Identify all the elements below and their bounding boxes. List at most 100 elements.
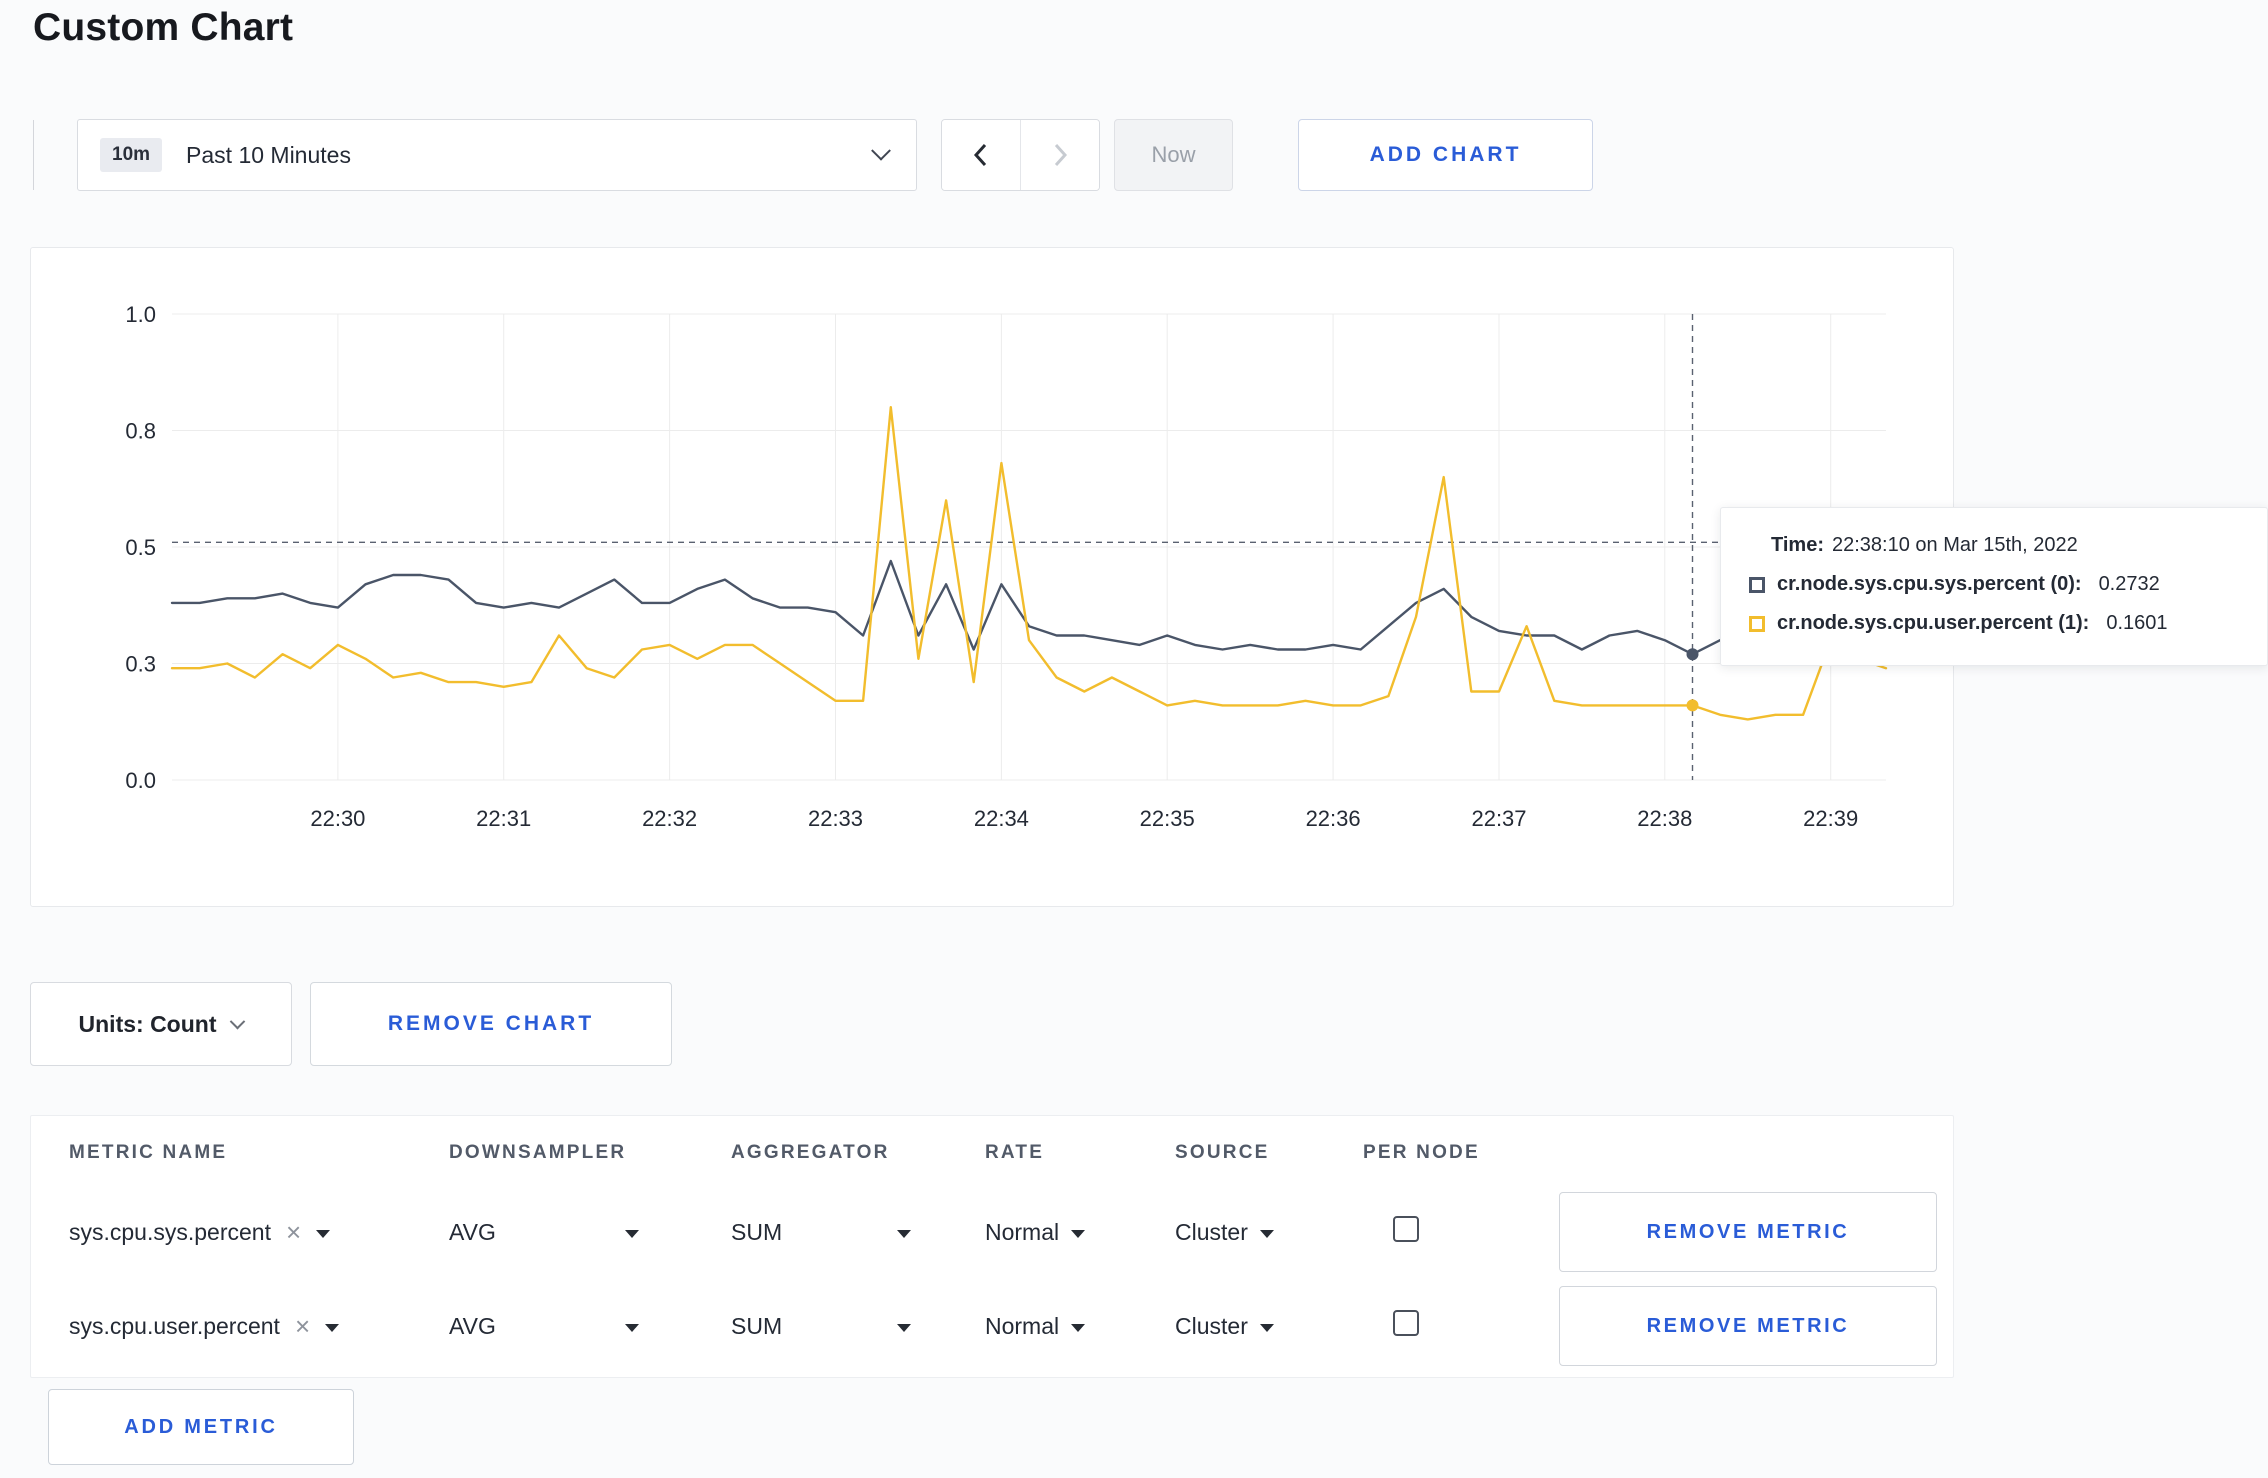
col-header-downsampler: DOWNSAMPLER [449,1142,627,1163]
chart-tooltip: Time: 22:38:10 on Mar 15th, 2022 cr.node.… [1720,507,2268,666]
add-metric-button[interactable]: ADD METRIC [48,1389,354,1465]
clear-icon[interactable]: × [286,1219,301,1245]
caret-down-icon [316,1229,331,1238]
col-header-metric-name: METRIC NAME [69,1142,228,1163]
svg-text:22:33: 22:33 [808,806,863,831]
svg-text:22:32: 22:32 [642,806,697,831]
table-cell: Cluster [1175,1313,1363,1340]
chevron-down-icon [230,1013,246,1029]
cpu-usage-chart[interactable]: 0.0 0.3 0.5 0.8 1.0 22:30 22:31 22:32 22:33 22:34… [31,248,1955,896]
page-title: Custom Chart [33,6,294,49]
caret-down-icon [1071,1323,1086,1332]
metric-name-value: sys.cpu.user.percent [69,1312,280,1339]
caret-down-icon [625,1229,639,1238]
caret-down-icon [897,1323,911,1332]
col-header-source: SOURCE [1175,1142,1270,1163]
per-node-checkbox[interactable] [1393,1310,1419,1336]
time-nav-group [941,119,1100,191]
col-header-aggregator: AGGREGATOR [731,1142,890,1163]
downsampler-value: AVG [449,1312,496,1339]
remove-metric-button[interactable]: REMOVE METRIC [1559,1286,1937,1366]
table-cell [1363,1216,1559,1248]
downsampler-select[interactable]: AVG [449,1313,639,1340]
series-sys-swatch-icon [1749,576,1765,593]
source-value: Cluster [1175,1312,1248,1339]
source-value: Cluster [1175,1218,1248,1245]
svg-text:1.0: 1.0 [125,302,156,327]
remove-chart-button[interactable]: REMOVE CHART [310,982,672,1066]
table-cell: Cluster [1175,1219,1363,1246]
col-header-per-node: PER NODE [1363,1142,1480,1163]
tooltip-series-row: cr.node.sys.cpu.sys.percent (0): 0.2732 [1749,573,2239,596]
table-cell: SUM [731,1219,985,1246]
svg-text:0.3: 0.3 [125,652,156,677]
caret-down-icon [625,1323,639,1332]
col-header-rate: RATE [985,1142,1045,1163]
tooltip-series-value: 0.2732 [2098,573,2160,595]
aggregator-select[interactable]: SUM [731,1219,911,1246]
rate-select[interactable]: Normal [985,1218,1086,1246]
table-cell: REMOVE METRIC [1559,1286,1937,1366]
svg-text:22:38: 22:38 [1637,806,1692,831]
metrics-table-card: METRIC NAME DOWNSAMPLER AGGREGATOR RATE … [30,1115,1954,1378]
table-cell: AVG [449,1313,731,1340]
tooltip-series-label: cr.node.sys.cpu.user.percent (1): [1777,612,2090,634]
svg-text:22:30: 22:30 [310,806,365,831]
table-cell: SUM [731,1313,985,1340]
svg-text:0.0: 0.0 [125,768,156,793]
caret-down-icon [1259,1229,1274,1238]
aggregator-value: SUM [731,1312,783,1339]
aggregator-select[interactable]: SUM [731,1313,911,1340]
svg-text:0.8: 0.8 [125,419,156,444]
table-cell: REMOVE METRIC [1559,1192,1937,1272]
series-user-swatch-icon [1749,615,1765,632]
units-label: Units: Count [78,1010,217,1037]
now-button[interactable]: Now [1114,119,1233,191]
rate-value: Normal [985,1218,1060,1245]
metric-name-value: sys.cpu.sys.percent [69,1218,271,1245]
downsampler-select[interactable]: AVG [449,1219,639,1246]
tooltip-series-row: cr.node.sys.cpu.user.percent (1): 0.1601 [1749,612,2239,635]
chevron-right-icon [1054,143,1068,167]
metric-name-select[interactable]: sys.cpu.user.percent × [69,1313,449,1340]
table-cell: Normal [985,1219,1175,1246]
source-select[interactable]: Cluster [1175,1313,1274,1340]
svg-text:22:34: 22:34 [974,806,1029,831]
units-selector[interactable]: Units: Count [30,982,292,1066]
per-node-checkbox[interactable] [1393,1216,1419,1242]
metric-name-select[interactable]: sys.cpu.sys.percent × [69,1219,449,1246]
table-cell: AVG [449,1219,731,1246]
tooltip-series-label: cr.node.sys.cpu.sys.percent (0): [1777,573,2082,595]
svg-text:22:37: 22:37 [1471,806,1526,831]
clear-icon[interactable]: × [295,1313,310,1339]
chevron-left-icon [973,143,987,167]
time-forward-button[interactable] [1020,120,1099,190]
svg-text:22:36: 22:36 [1306,806,1361,831]
rate-select[interactable]: Normal [985,1312,1086,1340]
chevron-down-icon [871,140,891,161]
tooltip-time: Time: 22:38:10 on Mar 15th, 2022 [1771,534,2239,557]
aggregator-value: SUM [731,1218,783,1245]
table-cell: Normal [985,1313,1175,1340]
svg-text:22:31: 22:31 [476,806,531,831]
add-chart-button[interactable]: ADD CHART [1298,119,1593,191]
custom-chart-page: Custom Chart 10m Past 10 Minutes Now ADD… [0,0,2268,1478]
remove-metric-button[interactable]: REMOVE METRIC [1559,1192,1937,1272]
source-select[interactable]: Cluster [1175,1219,1274,1246]
time-range-badge: 10m [100,138,163,172]
time-range-selector[interactable]: 10m Past 10 Minutes [77,119,917,191]
toolbar-divider [33,120,34,190]
caret-down-icon [1071,1229,1086,1238]
time-back-button[interactable] [942,120,1020,190]
tooltip-series-value: 0.1601 [2106,612,2168,634]
table-cell [1363,1310,1559,1342]
caret-down-icon [897,1229,911,1238]
tooltip-time-value: 22:38:10 on Mar 15th, 2022 [1831,534,2078,556]
rate-value: Normal [985,1312,1060,1339]
tooltip-time-label: Time: [1771,534,1824,556]
svg-text:22:39: 22:39 [1803,806,1858,831]
downsampler-value: AVG [449,1218,496,1245]
chart-card: 0.0 0.3 0.5 0.8 1.0 22:30 22:31 22:32 22:33 22:34… [30,247,1954,907]
time-range-label: Past 10 Minutes [186,141,351,168]
caret-down-icon [1259,1323,1274,1332]
